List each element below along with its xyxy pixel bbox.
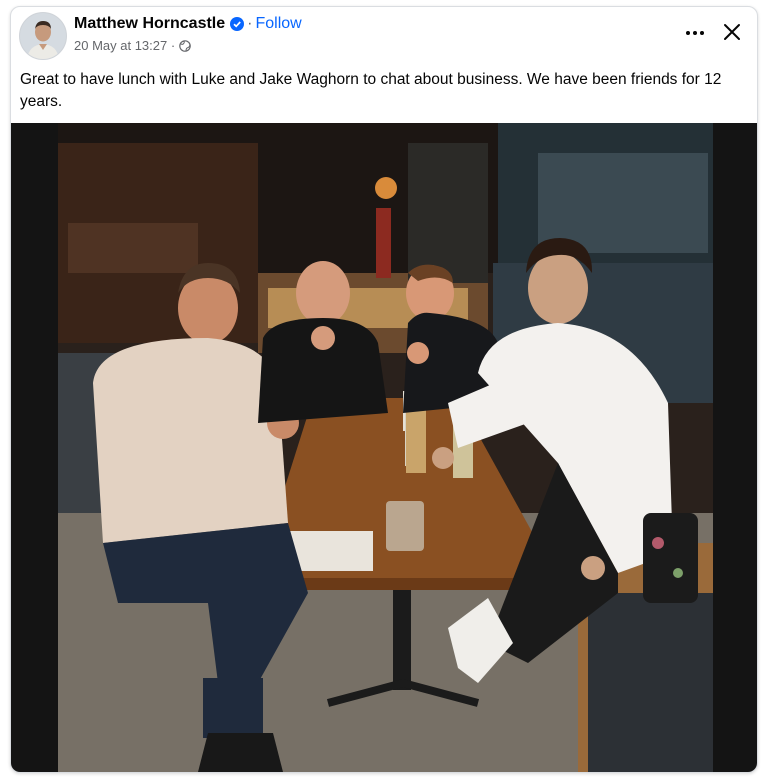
post-header: Matthew Horncastle · Follow 20 May at 13… [11,7,757,63]
photo-container[interactable] [11,123,757,772]
follow-button[interactable]: Follow [255,15,301,33]
post-timestamp[interactable]: 20 May at 13:27 · [74,38,175,53]
author-line: Matthew Horncastle · Follow [74,15,302,33]
post-photo[interactable] [58,123,713,772]
post-caption: Great to have lunch with Luke and Jake W… [20,71,722,110]
post-card: Matthew Horncastle · Follow 20 May at 13… [10,6,758,773]
post-meta: 20 May at 13:27 · [74,38,191,53]
close-icon[interactable] [721,21,743,43]
author-name[interactable]: Matthew Horncastle [74,15,225,33]
avatar[interactable] [19,12,67,60]
globe-icon[interactable] [179,39,191,52]
separator-dot: · [247,15,253,32]
verified-badge-icon [230,17,245,31]
more-options-icon[interactable] [683,23,707,43]
